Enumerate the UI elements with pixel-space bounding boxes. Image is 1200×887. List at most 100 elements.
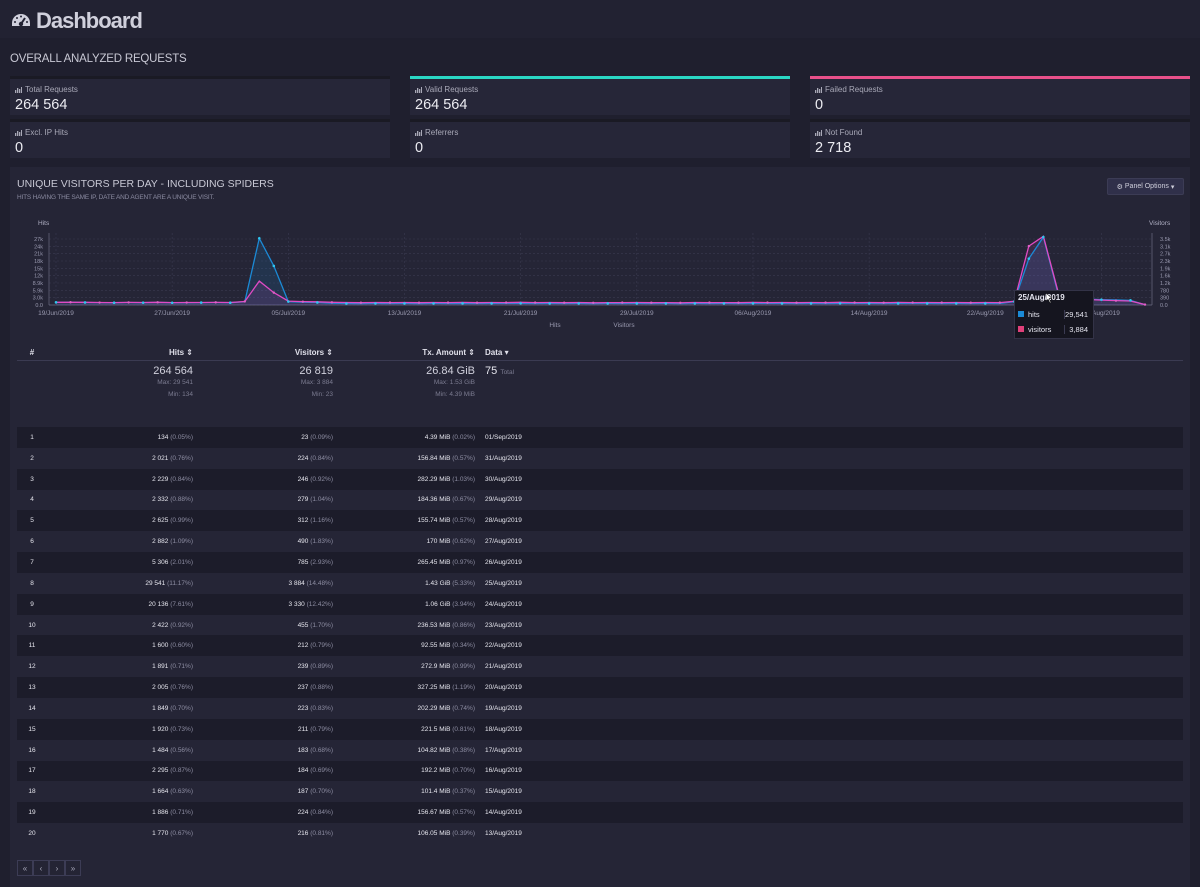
visitors-point xyxy=(330,301,334,304)
y-tick-left: 0.0 xyxy=(35,303,43,309)
hits-point xyxy=(751,302,755,305)
table-row[interactable]: 17 2 295 (0.87%) 184 (0.69%) 192.2 MiB (0.7… xyxy=(17,760,1183,782)
prev-page-button[interactable]: ‹ xyxy=(33,860,49,876)
visitors-point xyxy=(446,301,450,304)
summary-visitors-min: Min: 23 xyxy=(311,391,333,398)
row-num: 15 xyxy=(17,718,47,740)
y-tick-left: 12k xyxy=(34,274,43,280)
row-hits: 1 664 (0.63%) xyxy=(47,781,195,802)
hits-point xyxy=(1129,299,1132,302)
row-tx-value: 104.82 MiB xyxy=(417,746,451,754)
row-visitors-value: 211 xyxy=(298,725,309,733)
hits-point xyxy=(519,301,522,305)
table-row[interactable]: 19 1 886 (0.71%) 224 (0.84%) 156.67 MiB (0.… xyxy=(17,802,1183,824)
row-visitors-pct: (12.42%) xyxy=(306,600,333,608)
summary-tx: 26.84 GiB xyxy=(426,365,475,377)
row-tx: 170 MiB (0.62%) xyxy=(335,531,477,552)
table-row[interactable]: 16 1 484 (0.56%) 183 (0.68%) 104.82 MiB (0.… xyxy=(17,740,1183,761)
row-visitors: 184 (0.69%) xyxy=(195,760,335,782)
row-num: 7 xyxy=(17,552,47,573)
row-visitors-value: 3 330 xyxy=(288,600,305,608)
row-tx: 4.39 MiB (0.02%) xyxy=(335,427,477,448)
table-row[interactable]: 75 306 (2.01%) 785 (2.93%) 265.45 MiB (0.9… xyxy=(17,552,1183,573)
first-page-button[interactable]: « xyxy=(17,860,33,876)
summary-tx-min: Min: 4.39 MiB xyxy=(435,391,475,398)
visitors-chart[interactable]: Hits Visitors 27k 3.5k 24k 3.1k 21k 2.7k 18k 2.3k… xyxy=(0,0,1200,340)
row-visitors-value: 279 xyxy=(297,496,309,504)
visitors-point xyxy=(185,301,188,304)
col-header-hits[interactable]: Hits ⇕ xyxy=(47,344,195,361)
summary-data-label: Total xyxy=(500,369,515,376)
table-row[interactable]: 14 1 849 (0.70%) 223 (0.83%) 202.29 MiB (0.… xyxy=(17,698,1183,719)
row-visitors-value: 223 xyxy=(297,704,309,712)
visitors-point xyxy=(795,301,798,304)
last-page-button[interactable]: » xyxy=(65,860,81,876)
x-tick: 05/Jul/2019 xyxy=(272,310,306,317)
summary-hits-min: Min: 134 xyxy=(168,391,193,398)
visitors-point xyxy=(533,301,537,304)
visitors-point xyxy=(650,301,653,304)
y-tick-right: 3.1k xyxy=(1160,244,1171,250)
row-tx: 156.84 MiB (0.57%) xyxy=(335,448,477,469)
col-header-tx[interactable]: Tx. Amount ⇕ xyxy=(335,344,477,361)
row-num: 13 xyxy=(17,677,47,698)
hits-point xyxy=(112,301,116,305)
table-row[interactable]: 11 1 600 (0.60%) 212 (0.79%) 92.55 MiB (0.3… xyxy=(17,635,1183,657)
table-row[interactable]: 15 1 920 (0.73%) 211 (0.79%) 221.5 MiB (0.8… xyxy=(17,718,1183,740)
visitors-point xyxy=(388,301,392,304)
table-row[interactable]: 13 2 005 (0.76%) 237 (0.88%) 327.25 MiB (1.… xyxy=(17,677,1183,698)
table-row[interactable]: 42 332 (0.88%) 279 (1.04%) 184.36 MiB (0.6… xyxy=(17,490,1183,511)
row-hits-pct: (0.88%) xyxy=(170,496,193,504)
row-hits-value: 2 005 xyxy=(152,684,169,692)
row-tx-value: 192.2 MiB xyxy=(421,767,451,775)
row-date: 21/Aug/2019 xyxy=(485,663,522,671)
row-hits: 1 600 (0.60%) xyxy=(47,635,195,657)
col-header-tx-label: Tx. Amount xyxy=(422,347,467,357)
table-row[interactable]: 22 021 (0.76%) 224 (0.84%) 156.84 MiB (0.5… xyxy=(17,448,1183,469)
table-row[interactable]: 18 1 664 (0.63%) 187 (0.70%) 101.4 MiB (0.3… xyxy=(17,781,1183,802)
row-num: 6 xyxy=(30,538,34,546)
row-visitors: 211 (0.79%) xyxy=(195,718,335,740)
y-tick-left: 27k xyxy=(34,237,43,243)
table-row[interactable]: 1 134 (0.05%) 23 (0.09%) 4.39 MiB (0.02%) 01… xyxy=(17,427,1183,448)
row-tx: 156.67 MiB (0.57%) xyxy=(335,802,477,824)
row-visitors-pct: (2.93%) xyxy=(310,558,333,566)
row-hits: 2 005 (0.76%) xyxy=(47,677,195,698)
row-visitors: 23 (0.09%) xyxy=(195,427,335,448)
row-visitors: 279 (1.04%) xyxy=(195,490,335,511)
next-page-button[interactable]: › xyxy=(49,860,65,876)
table-row[interactable]: 8 29 541 (11.17%) 3 884 (14.48%) 1.43 GiB (… xyxy=(17,573,1183,594)
row-visitors-pct: (0.81%) xyxy=(310,829,333,837)
table-row[interactable]: 9 20 136 (7.61%) 3 330 (12.42%) 1.06 GiB (3… xyxy=(17,593,1183,615)
row-hits-value: 5 306 xyxy=(152,558,169,566)
table-row[interactable]: 20 1 770 (0.67%) 216 (0.81%) 106.05 MiB (0.… xyxy=(17,823,1183,844)
row-hits-value: 20 136 xyxy=(148,600,169,608)
row-hits-value: 2 422 xyxy=(152,621,169,629)
hits-point xyxy=(693,302,697,305)
row-hits-value: 1 886 xyxy=(152,809,169,817)
row-tx-value: 4.39 MiB xyxy=(424,433,451,441)
col-header-data[interactable]: Data ▾ xyxy=(477,344,1183,361)
row-hits: 29 541 (11.17%) xyxy=(47,573,195,594)
row-visitors: 216 (0.81%) xyxy=(195,823,335,844)
row-visitors-value: 455 xyxy=(297,621,309,629)
row-hits-pct: (0.84%) xyxy=(170,475,193,483)
visitors-point xyxy=(998,301,1001,304)
table-row[interactable]: 10 2 422 (0.92%) 455 (1.70%) 236.53 MiB (0.… xyxy=(17,615,1183,636)
row-visitors-value: 312 xyxy=(297,517,309,525)
row-num: 1 xyxy=(17,427,47,448)
row-num: 9 xyxy=(17,593,47,615)
row-date: 30/Aug/2019 xyxy=(477,468,1183,490)
chart-tooltip: 25/Aug/2019 hits 29,541 visitors 3,884 xyxy=(1014,290,1094,339)
summary-data: 75 xyxy=(485,365,498,377)
table-row[interactable]: 32 229 (0.84%) 246 (0.92%) 282.29 MiB (1.0… xyxy=(17,468,1183,490)
row-visitors-pct: (0.84%) xyxy=(310,454,333,462)
col-header-visitors[interactable]: Visitors ⇕ xyxy=(195,344,335,361)
table-row[interactable]: 12 1 891 (0.71%) 239 (0.89%) 272.9 MiB (0.9… xyxy=(17,656,1183,677)
row-num: 14 xyxy=(28,704,36,712)
table-row[interactable]: 62 882 (1.09%) 490 (1.83%) 170 MiB (0.62%)… xyxy=(17,531,1183,552)
y-tick-right: 1.2k xyxy=(1160,281,1171,287)
y-tick-right: 3.5k xyxy=(1160,237,1171,243)
table-row[interactable]: 52 625 (0.99%) 312 (1.16%) 155.74 MiB (0.5… xyxy=(17,510,1183,532)
hits-point xyxy=(287,300,290,303)
